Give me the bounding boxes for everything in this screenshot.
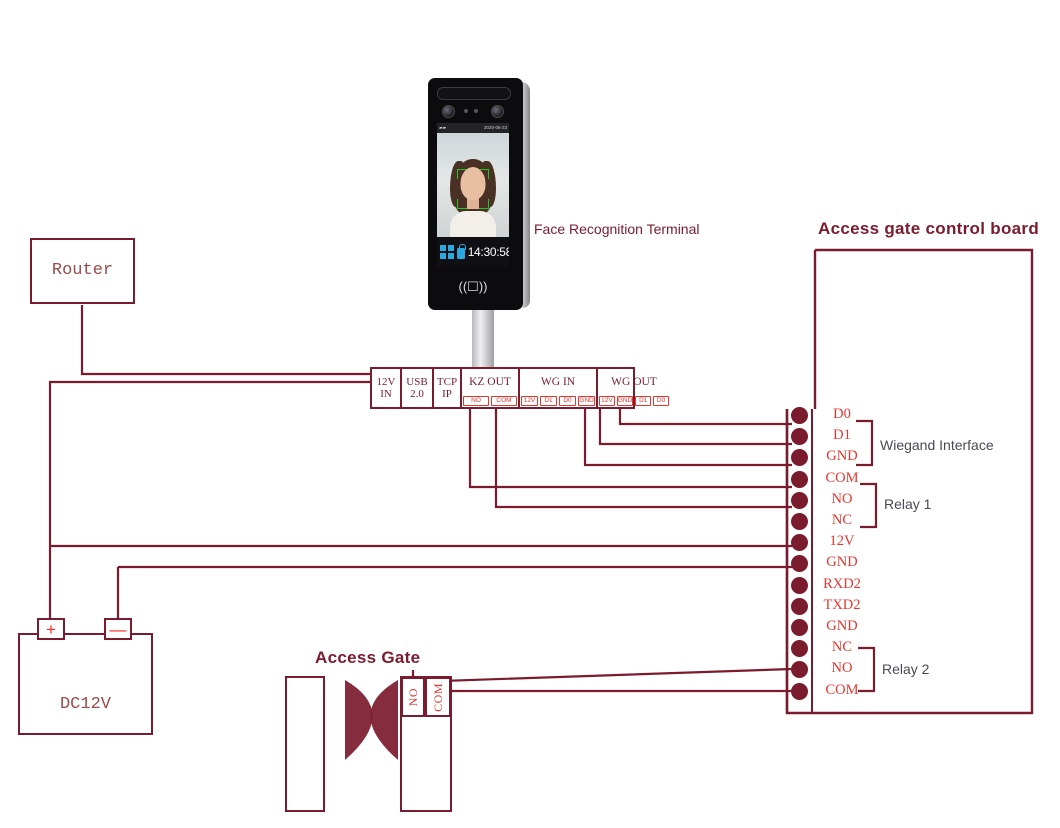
board-pad-label-txd2-9: TXD2 (823, 596, 861, 613)
board-pad-12v-6 (791, 534, 808, 552)
board-pad-no-12 (791, 661, 808, 679)
group-label-relay1: Relay 1 (884, 496, 932, 512)
board-pad-label-gnd-7: GND (826, 554, 858, 571)
board-pad-d1-1 (791, 428, 808, 446)
gate-pin-no-label: NO (405, 687, 420, 707)
board-pad-label-no-12: NO (831, 660, 853, 677)
battery-label: DC12V (59, 695, 111, 714)
board-pad-label-com-3: COM (825, 469, 859, 486)
board-pad-d0-0 (791, 407, 808, 424)
battery-body (18, 633, 153, 735)
battery-negative-terminal: — (104, 618, 132, 640)
diagram-canvas: Router ▰▰ 2020-06-23 14:30:58 ((☐)) Face… (0, 0, 1060, 828)
board-pad-nc-11 (791, 640, 808, 658)
board-pad-no-4 (791, 491, 808, 509)
board-pad-label-d1-1: D1 (833, 427, 851, 444)
board-pad-com-13 (791, 682, 808, 700)
battery-positive-terminal: + (37, 618, 65, 640)
board-pad-rxd2-8 (791, 576, 808, 594)
board-pad-gnd-10 (791, 619, 808, 636)
board-pad-label-gnd-10: GND (826, 618, 858, 634)
board-pad-gnd-7 (791, 555, 808, 573)
board-pad-label-12v-6: 12V (829, 533, 855, 550)
torso-shape (450, 211, 496, 237)
board-pad-txd2-9 (791, 597, 808, 615)
control-board-pads: D0 D1 GND COM NO NC 12V GND RXD2 TXD2 GND NC NO COM (0, 0, 1060, 828)
board-pad-label-com-13: COM (825, 681, 859, 698)
gate-pin-com: COM (425, 677, 451, 717)
face-bracket-tl (457, 169, 467, 179)
group-label-relay2: Relay 2 (882, 661, 930, 677)
face-bracket-br (479, 199, 489, 209)
gate-pin-no: NO (401, 677, 425, 717)
board-pad-label-nc-5: NC (831, 512, 853, 528)
board-pad-label-nc-11: NC (831, 639, 853, 656)
group-label-wiegand: Wiegand Interface (880, 437, 994, 453)
gate-pin-com-label: COM (430, 682, 445, 712)
face-bracket-tr (479, 169, 489, 179)
board-pad-label-gnd-2: GND (826, 448, 858, 465)
board-pad-nc-5 (791, 513, 808, 530)
board-pad-label-rxd2-8: RXD2 (823, 575, 861, 592)
board-pad-label-d0-0: D0 (833, 406, 851, 422)
face-bracket-bl (457, 199, 467, 209)
board-pad-com-3 (791, 470, 808, 488)
access-gate-title: Access Gate (315, 648, 421, 667)
gate-post-left (285, 676, 325, 812)
board-pad-gnd-2 (791, 449, 808, 467)
board-pad-label-no-4: NO (831, 490, 853, 507)
